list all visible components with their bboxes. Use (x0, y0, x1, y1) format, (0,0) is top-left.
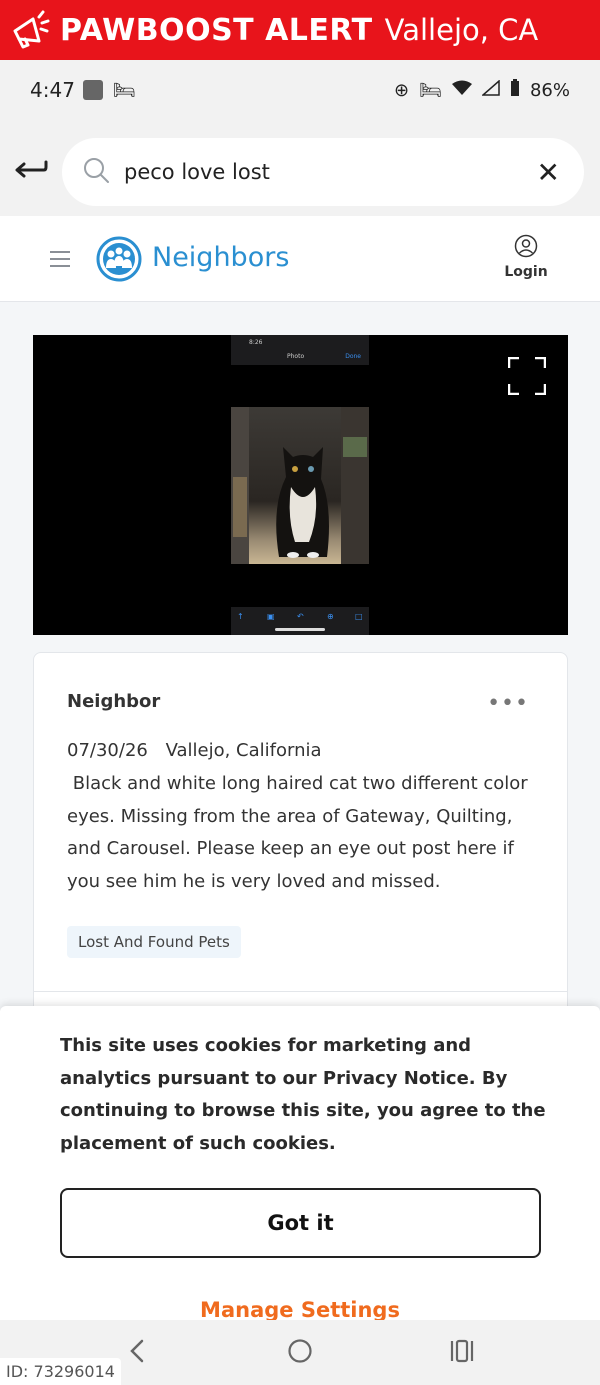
return-arrow-icon (15, 160, 48, 178)
data-saver-icon: ⊕ (394, 79, 410, 101)
cookie-message: This site uses cookies for marketing and… (60, 1035, 546, 1154)
signal-icon (480, 78, 500, 101)
got-it-button[interactable]: Got it (60, 1188, 541, 1258)
bed-icon: 🛏 (419, 79, 442, 101)
alert-brand: PAWBOOST ALERT (60, 12, 373, 48)
battery-percent: 86% (529, 79, 570, 101)
photo-screenshot-header: 8:26 Photo Done (231, 335, 369, 365)
notification-icon (82, 80, 103, 100)
alert-location: Vallejo, CA (384, 13, 539, 47)
search-input[interactable]: peco love lost ✕ (62, 138, 584, 206)
site-header: Neighbors Login (0, 216, 600, 302)
user-icon (514, 234, 538, 258)
neighbors-logo-icon[interactable] (96, 236, 142, 282)
menu-icon[interactable] (50, 251, 70, 272)
search-icon (82, 156, 110, 188)
post-date: 07/30/26 (67, 740, 148, 761)
search-query[interactable]: peco love lost (124, 160, 537, 184)
fullscreen-icon[interactable] (507, 356, 547, 396)
megaphone-icon (8, 8, 52, 52)
status-bar: 4:47 🛏 ⊕ 🛏 86% (0, 60, 600, 120)
post-photo[interactable]: 8:26 Photo Done ↑ ▣ ↶ ⊕ □ (33, 335, 568, 635)
cat-photo (231, 407, 369, 564)
cookie-banner: This site uses cookies for marketing and… (0, 1006, 600, 1326)
more-options-icon[interactable]: ••• (487, 691, 529, 716)
post-location: Vallejo, California (165, 740, 322, 761)
battery-icon (510, 78, 520, 102)
status-time: 4:47 (30, 78, 75, 102)
nav-home-icon[interactable] (287, 1338, 313, 1368)
photo-screenshot-toolbar: ↑ ▣ ↶ ⊕ □ (231, 607, 369, 635)
login-label: Login (504, 264, 548, 280)
nav-recents-icon[interactable] (449, 1338, 475, 1368)
post-body: Black and white long haired cat two diff… (67, 773, 534, 892)
bed-icon: 🛏 (112, 79, 136, 101)
category-tag[interactable]: Lost And Found Pets (67, 926, 241, 958)
post-author: Neighbor (67, 691, 161, 712)
pawboost-alert-bar: PAWBOOST ALERT Vallejo, CA (0, 0, 600, 60)
nav-back-icon[interactable] (128, 1338, 146, 1368)
post-id-label: ID: 73296014 (0, 1358, 121, 1385)
post-meta: 07/30/26 Vallejo, California (67, 740, 322, 761)
manage-settings-link[interactable]: Manage Settings (0, 1298, 600, 1322)
login-button[interactable]: Login (502, 234, 550, 280)
wifi-icon (451, 80, 472, 101)
back-button[interactable] (14, 156, 50, 180)
post-card: Neighbor ••• 07/30/26 Vallejo, Californi… (33, 652, 568, 1042)
search-area: peco love lost ✕ (0, 120, 600, 216)
divider (34, 991, 567, 992)
neighbors-brand[interactable]: Neighbors (152, 242, 289, 273)
clear-search-icon[interactable]: ✕ (537, 156, 560, 189)
